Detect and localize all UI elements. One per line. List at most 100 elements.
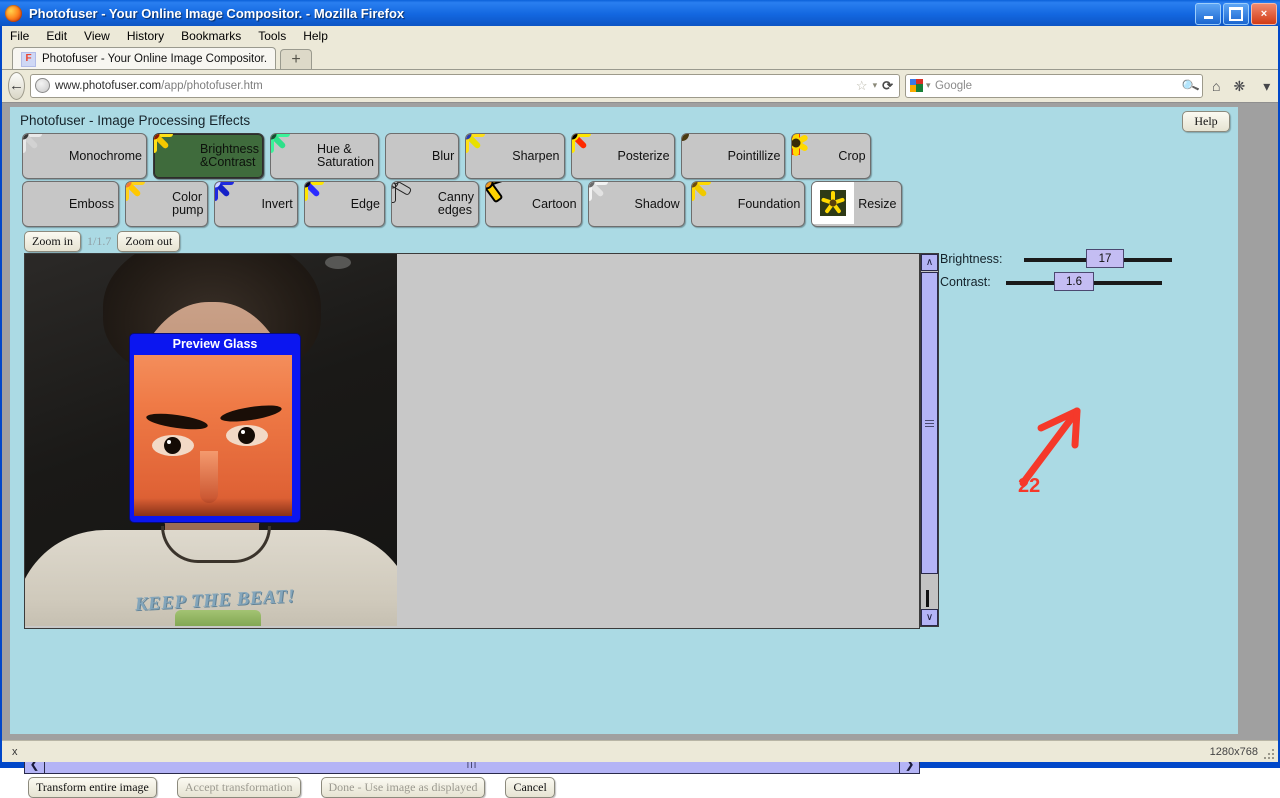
effect-button-hue-saturation[interactable]: Hue & Saturation xyxy=(270,133,379,179)
effect-button-brightness-contrast[interactable]: Brightness &Contrast xyxy=(152,133,265,179)
effect-button-shadow[interactable]: Shadow xyxy=(587,181,685,227)
effect-button-invert[interactable]: Invert xyxy=(214,181,298,227)
search-icon[interactable]: 🔍 xyxy=(1180,76,1200,96)
annotation-arrow-icon xyxy=(1019,407,1081,487)
effect-button-crop[interactable]: Crop xyxy=(791,133,871,179)
home-icon[interactable]: ⌂ xyxy=(1208,79,1224,93)
effect-button-emboss[interactable]: Emboss xyxy=(22,181,120,227)
effect-button-color-pump[interactable]: Color pump xyxy=(125,181,209,227)
brightness-slider[interactable]: 17 xyxy=(1012,247,1230,270)
preview-glass[interactable]: Preview Glass xyxy=(130,334,300,522)
preview-glass-title: Preview Glass xyxy=(172,337,258,352)
menu-bookmarks[interactable]: Bookmarks xyxy=(181,29,241,43)
search-input[interactable]: Google xyxy=(935,80,972,92)
effect-label: Monochrome xyxy=(69,148,142,163)
scrollbar-grip-icon xyxy=(925,418,934,429)
canny-edges-thumbnail-icon xyxy=(391,182,434,224)
new-tab-button[interactable]: + xyxy=(280,49,313,70)
posterize-thumbnail-icon xyxy=(571,134,614,176)
chevron-down-icon: ∨ xyxy=(925,611,934,623)
monochrome-thumbnail-icon xyxy=(22,134,65,176)
cartoon-thumbnail-icon xyxy=(486,182,528,224)
blur-thumbnail-icon xyxy=(386,134,428,176)
maximize-button[interactable] xyxy=(1223,3,1249,25)
menu-view[interactable]: View xyxy=(84,29,110,43)
status-bar-close-icon[interactable]: x xyxy=(12,746,18,758)
scroll-down-button[interactable]: ∨ xyxy=(921,609,938,626)
hue-saturation-thumbnail-icon xyxy=(271,134,313,176)
brightness-slider-knob[interactable]: 17 xyxy=(1086,249,1124,268)
zoom-in-label: Zoom in xyxy=(32,234,73,248)
transform-entire-image-button[interactable]: Transform entire image xyxy=(28,777,157,798)
plus-icon: + xyxy=(291,51,301,68)
effect-button-pointillize[interactable]: Pointillize xyxy=(680,133,786,179)
reload-icon[interactable]: ⟳ xyxy=(882,79,893,92)
effect-button-cartoon[interactable]: Cartoon xyxy=(485,181,582,227)
brightness-slider-row: Brightness: 17 xyxy=(940,247,1230,270)
vertical-scrollbar-thumb[interactable] xyxy=(921,272,938,574)
close-button[interactable]: × xyxy=(1251,3,1277,25)
canvas-vertical-scrollbar[interactable]: ∧ ∨ xyxy=(920,253,939,627)
edge-thumbnail-icon xyxy=(304,182,347,224)
image-editor-area: KEEP THE BEAT! Preview Glass ∧ ∨ xyxy=(24,253,939,629)
url-path: /app/photofuser.htm xyxy=(161,79,263,92)
effect-button-posterize[interactable]: Posterize xyxy=(570,133,675,179)
menu-history[interactable]: History xyxy=(127,29,164,43)
invert-thumbnail-icon xyxy=(215,182,257,224)
image-canvas[interactable]: KEEP THE BEAT! Preview Glass xyxy=(24,253,920,629)
zoom-in-button[interactable]: Zoom in xyxy=(24,231,81,252)
back-button[interactable]: ← xyxy=(8,71,25,100)
adjustment-sliders: Brightness: 17 Contrast: 1.6 xyxy=(940,247,1230,293)
help-button-label: Help xyxy=(1194,114,1218,128)
window-title: Photofuser - Your Online Image Composito… xyxy=(29,5,405,21)
url-host: www.photofuser.com xyxy=(55,79,162,92)
chevron-down-icon[interactable]: ▾ xyxy=(873,81,878,90)
menu-help[interactable]: Help xyxy=(303,29,328,43)
contrast-slider-knob[interactable]: 1.6 xyxy=(1054,272,1094,291)
effect-label: Emboss xyxy=(69,196,115,211)
browser-tab-active[interactable]: F Photofuser - Your Online Image Composi… xyxy=(12,47,277,70)
effect-label: Canny edges xyxy=(437,190,475,217)
effect-button-resize[interactable]: Resize xyxy=(811,181,902,227)
effect-label: Blur xyxy=(432,148,455,163)
effect-button-foundation[interactable]: Foundation xyxy=(690,181,806,227)
effect-button-sharpen[interactable]: Sharpen xyxy=(465,133,565,179)
menu-bar: File Edit View History Bookmarks Tools H… xyxy=(2,26,1278,45)
search-bar[interactable]: ▾ Google 🔍 xyxy=(905,73,1203,98)
bookmark-star-icon[interactable]: ☆ xyxy=(856,79,868,92)
accept-transformation-button[interactable]: Accept transformation xyxy=(176,777,301,798)
search-engine-chevron-icon[interactable]: ▾ xyxy=(926,81,931,90)
overflow-chevron-icon[interactable]: ▾ xyxy=(1259,79,1274,93)
google-icon xyxy=(910,79,923,92)
help-button[interactable]: Help xyxy=(1182,111,1230,132)
action-buttons: Transform entire image Accept transforma… xyxy=(28,777,555,798)
cancel-button[interactable]: Cancel xyxy=(505,777,555,798)
contrast-slider-row: Contrast: 1.6 xyxy=(940,270,1230,293)
firefox-window: Photofuser - Your Online Image Composito… xyxy=(0,0,1280,798)
window-resize-grip-icon[interactable] xyxy=(1262,747,1274,759)
effects-toolbar-row-1: Monochrome Brightness &Contrast Hue & Sa… xyxy=(22,133,871,179)
scroll-up-button[interactable]: ∧ xyxy=(921,254,938,271)
brightness-contrast-thumbnail-icon xyxy=(153,134,196,176)
zoom-out-button[interactable]: Zoom out xyxy=(117,231,181,252)
scrollbar-resize-handle[interactable] xyxy=(926,590,929,607)
app-title: Photofuser - Image Processing Effects xyxy=(20,113,251,128)
menu-tools[interactable]: Tools xyxy=(258,29,286,43)
effect-button-monochrome[interactable]: Monochrome xyxy=(22,133,147,179)
url-bar[interactable]: www.photofuser.com/app/photofuser.htm ☆ … xyxy=(30,73,900,98)
effect-label: Posterize xyxy=(617,148,670,163)
effect-button-blur[interactable]: Blur xyxy=(385,133,460,179)
effect-button-canny-edges[interactable]: Canny edges xyxy=(390,181,480,227)
color-pump-thumbnail-icon xyxy=(126,182,168,224)
effect-button-edge[interactable]: Edge xyxy=(303,181,385,227)
foundation-thumbnail-icon xyxy=(691,182,734,224)
menu-file[interactable]: File xyxy=(10,29,29,43)
menu-edit[interactable]: Edit xyxy=(46,29,67,43)
sharpen-thumbnail-icon xyxy=(466,134,508,176)
contrast-slider[interactable]: 1.6 xyxy=(1006,270,1230,293)
effect-label: Cartoon xyxy=(532,196,577,211)
done-use-image-button[interactable]: Done - Use image as displayed xyxy=(320,777,486,798)
minimize-button[interactable] xyxy=(1195,3,1221,25)
addons-icon[interactable]: ❋ xyxy=(1229,79,1249,93)
preview-eye-right xyxy=(226,425,268,446)
